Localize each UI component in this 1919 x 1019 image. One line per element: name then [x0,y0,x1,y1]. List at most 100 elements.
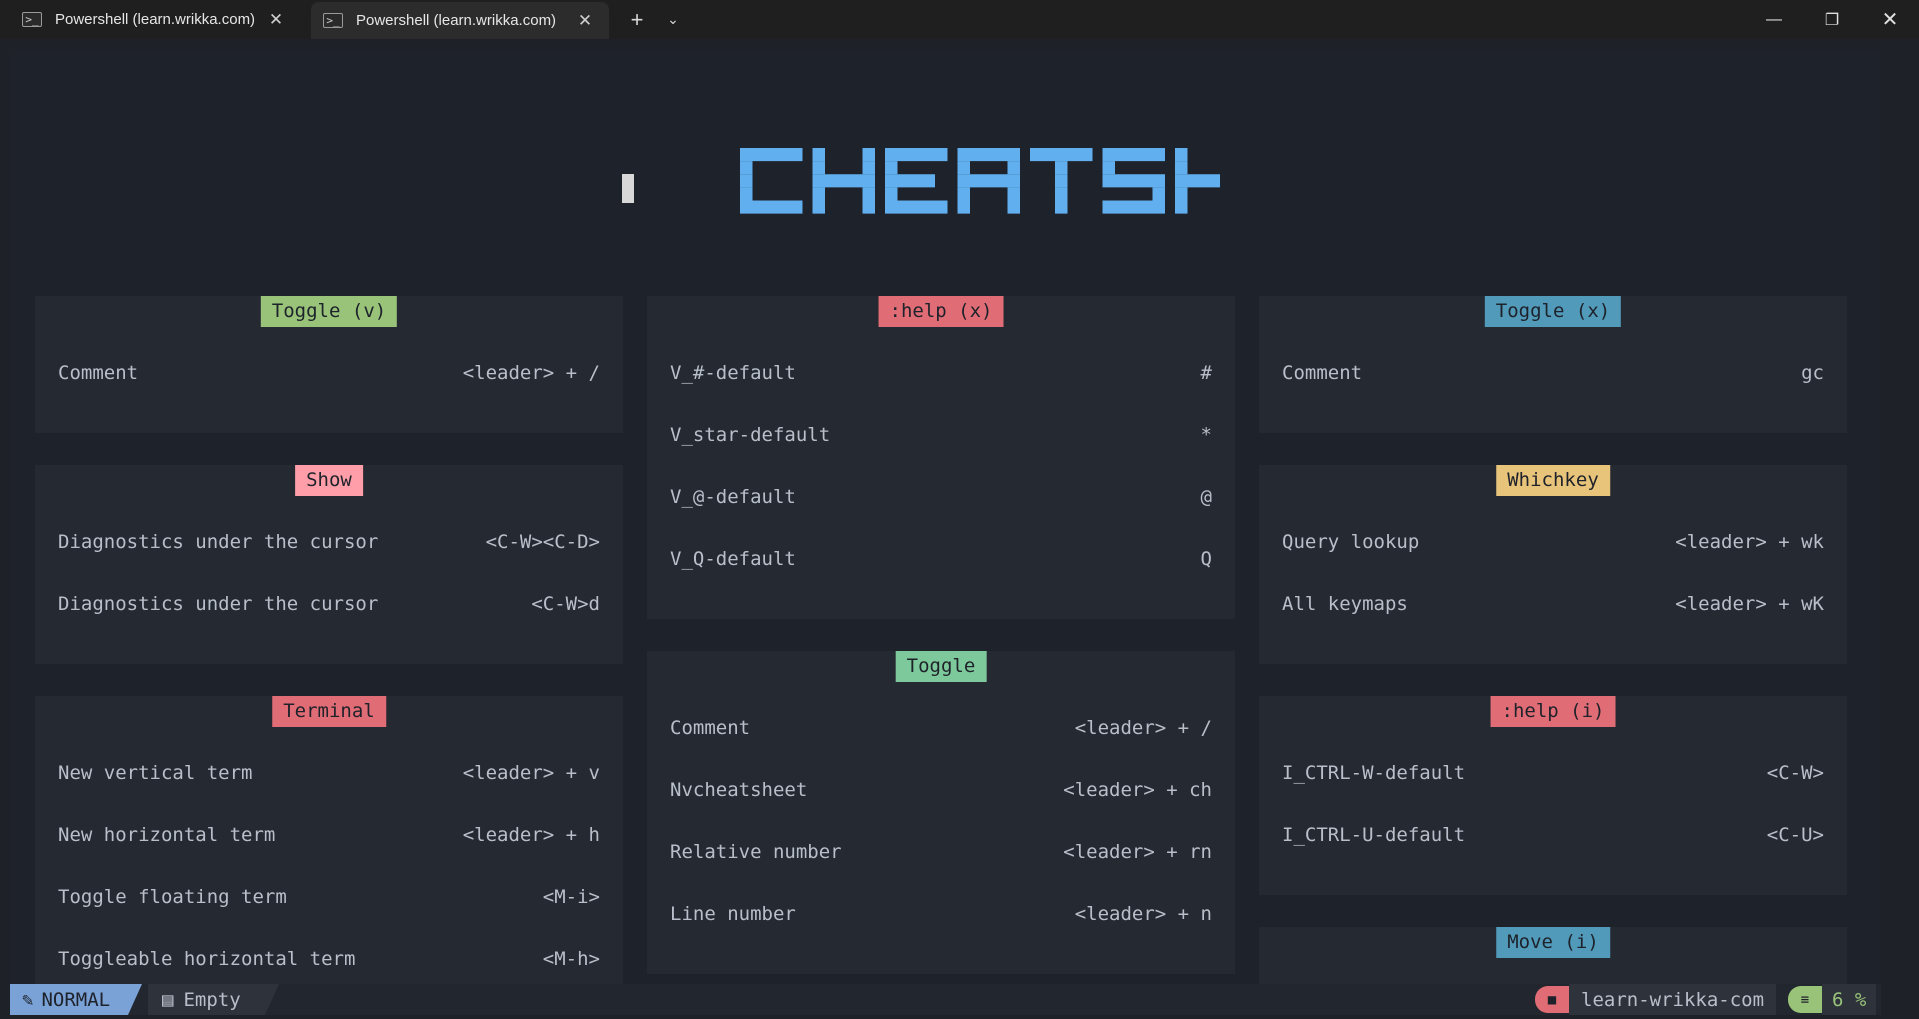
keymap-row: All keymaps <leader> + wK [1282,589,1824,619]
status-line: ✎ NORMAL ▤ Empty ■ learn-wrikka-com ≡ 6 … [10,984,1881,1015]
keymap-keys: <leader> + / [1074,717,1212,739]
keymap-description: Toggle floating term [58,886,287,908]
keymap-keys: <leader> + rn [1063,841,1212,863]
keymap-description: New horizontal term [58,824,276,846]
keymap-description: Comment [58,362,139,384]
keymap-keys: <leader> + n [1074,903,1212,925]
close-tab-icon[interactable]: ✕ [262,10,290,30]
keymap-description: All keymaps [1282,593,1408,615]
keymap-description: Query lookup [1282,531,1420,553]
keymap-description: V_Q-default [670,548,796,570]
close-window-button[interactable]: ✕ [1862,0,1918,39]
keymap-row: Query lookup <leader> + wk [1282,527,1824,557]
tab-dropdown-button[interactable]: ⌄ [656,0,690,39]
keymap-description: Nvcheatsheet [670,779,808,801]
keymap-keys: <C-W>d [531,593,600,615]
keymap-description: Diagnostics under the cursor [58,593,379,615]
powershell-icon: >_ [323,13,343,28]
terminal-pane[interactable]: Toggle (v) Comment <leader> + / Show Diagnos… [10,50,1881,1015]
scroll-percent: 6 % [1822,984,1877,1015]
keymap-row: New horizontal term <leader> + h [58,820,600,850]
keymap-keys: <leader> + / [462,362,600,384]
banner-letter [1030,148,1093,214]
keymap-row: Diagnostics under the cursor <C-W>d [58,589,600,619]
cheatsheet-card: Toggle Comment <leader> + / Nvcheatsheet <le… [647,651,1235,974]
keymap-row: Toggle floating term <M-i> [58,882,600,912]
keymap-description: Diagnostics under the cursor [58,531,379,553]
keymap-row: V_Q-default Q [670,544,1212,574]
keymap-description: Comment [670,717,751,739]
keymap-description: Relative number [670,841,842,863]
cheatsheet-card: Terminal New vertical term <leader> + v New… [35,696,623,984]
banner-letter [740,148,803,214]
keymap-keys: <leader> + wK [1675,593,1824,615]
keymap-row: Toggleable horizontal term <M-h> [58,944,600,974]
file-indicator: ▤ Empty [148,984,279,1015]
cheatsheet-banner-art [740,148,1220,214]
keymap-keys: <leader> + v [462,762,600,784]
card-header: Move (i) [1496,927,1610,958]
card-header: Toggle [895,651,987,682]
keymap-description: Toggleable horizontal term [58,948,356,970]
tab-title: Powershell (learn.wrikka.com) [356,12,557,29]
banner-letter [1102,148,1165,214]
cheatsheet-banner [740,142,1220,254]
card-header: Terminal [272,696,386,727]
cheatsheet-card: Whichkey Query lookup <leader> + wk All key… [1259,465,1847,664]
title-bar: >_ Powershell (learn.wrikka.com) ✕ >_ Po… [0,0,1919,39]
card-header: Show [295,465,363,496]
mode-indicator: ✎ NORMAL [10,984,143,1015]
keymap-keys: gc [1801,362,1824,384]
cheatsheet-card: :help (x) V_#-default # V_star-default * V_@-… [647,296,1235,619]
card-header: :help (i) [1490,696,1616,727]
keymap-description: V_@-default [670,486,796,508]
keymap-keys: @ [1200,486,1212,508]
powershell-icon: >_ [22,12,42,27]
tab-title: Powershell (learn.wrikka.com) [55,11,256,28]
keymap-description: Comment [1282,362,1363,384]
minimize-button[interactable]: — [1746,0,1802,39]
banner-letter [812,148,875,214]
keymap-row: Diagnostics under the cursor <C-W><C-D> [58,527,600,557]
keymap-keys: <leader> + wk [1675,531,1824,553]
keymap-keys: <C-W><C-D> [485,531,600,553]
tab-powershell-2[interactable]: >_ Powershell (learn.wrikka.com) ✕ [311,2,609,39]
keymap-row: Comment gc [1282,358,1824,388]
text-cursor [622,174,634,203]
keymap-keys: <M-h> [542,948,600,970]
keymap-description: I_CTRL-U-default [1282,824,1466,846]
banner-letter [1175,148,1220,214]
cheatsheet-card: Toggle (x) Comment gc [1259,296,1847,433]
file-label: Empty [183,988,241,1011]
card-header: :help (x) [878,296,1004,327]
card-header: Toggle (x) [1484,296,1622,327]
keymap-description: V_star-default [670,424,831,446]
keymap-keys: * [1200,424,1212,446]
card-header: Whichkey [1496,465,1610,496]
keymap-row: V_star-default * [670,420,1212,450]
restore-button[interactable]: ❐ [1804,0,1860,39]
new-tab-button[interactable]: + [620,0,654,39]
banner-letter [885,148,948,214]
close-tab-icon[interactable]: ✕ [571,11,599,31]
keymap-keys: <C-W> [1766,762,1824,784]
keymap-keys: Q [1200,548,1212,570]
tab-powershell-1[interactable]: >_ Powershell (learn.wrikka.com) ✕ [0,0,300,39]
keymap-row: Comment <leader> + / [58,358,600,388]
file-icon: ▤ [162,988,174,1011]
keymap-row: New vertical term <leader> + v [58,758,600,788]
keymap-keys: <leader> + ch [1063,779,1212,801]
cwd-label: learn-wrikka-com [1569,984,1777,1015]
keymap-keys: <C-U> [1766,824,1824,846]
card-header: Toggle (v) [260,296,398,327]
cheatsheet-card: Toggle (v) Comment <leader> + / [35,296,623,433]
position-icon: ≡ [1788,986,1822,1013]
keymap-row: V_@-default @ [670,482,1212,512]
keymap-keys: <M-i> [542,886,600,908]
cheatsheet-card: Move (i) [1259,927,1847,984]
vim-icon: ✎ [22,988,34,1011]
keymap-row: Relative number <leader> + rn [670,837,1212,867]
mode-label: NORMAL [41,988,111,1011]
keymap-row: Comment <leader> + / [670,713,1212,743]
keymap-description: New vertical term [58,762,253,784]
